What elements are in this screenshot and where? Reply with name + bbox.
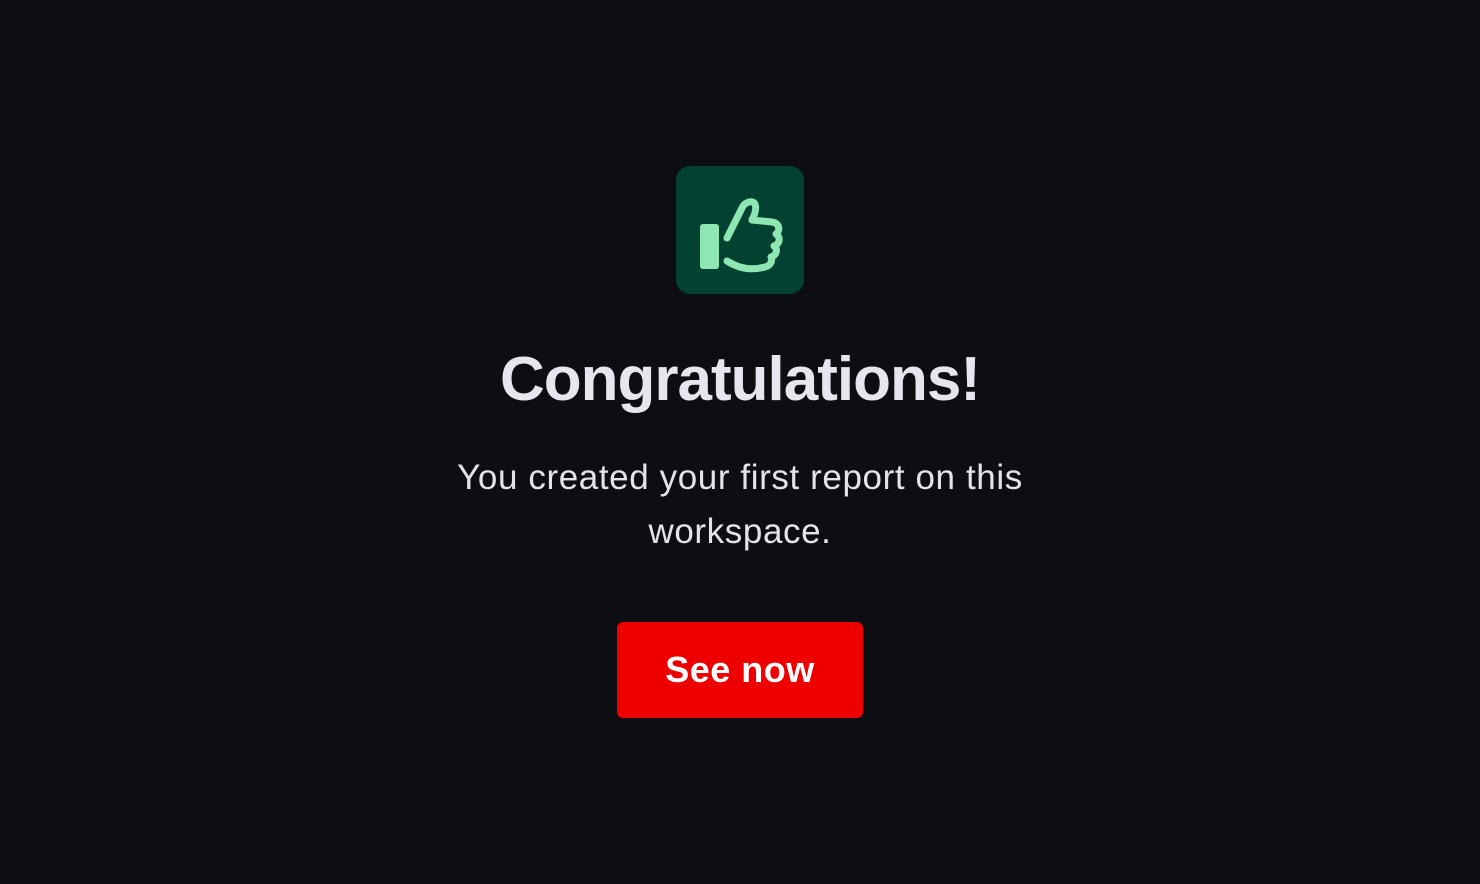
success-dialog: Congratulations! You created your first … xyxy=(0,0,1480,884)
thumbs-up-icon xyxy=(700,198,783,273)
see-now-button[interactable]: See now xyxy=(617,622,863,718)
success-icon-tile xyxy=(676,166,804,294)
dialog-message: You created your first report on this wo… xyxy=(457,458,1023,551)
dialog-title: Congratulations! xyxy=(500,345,981,414)
